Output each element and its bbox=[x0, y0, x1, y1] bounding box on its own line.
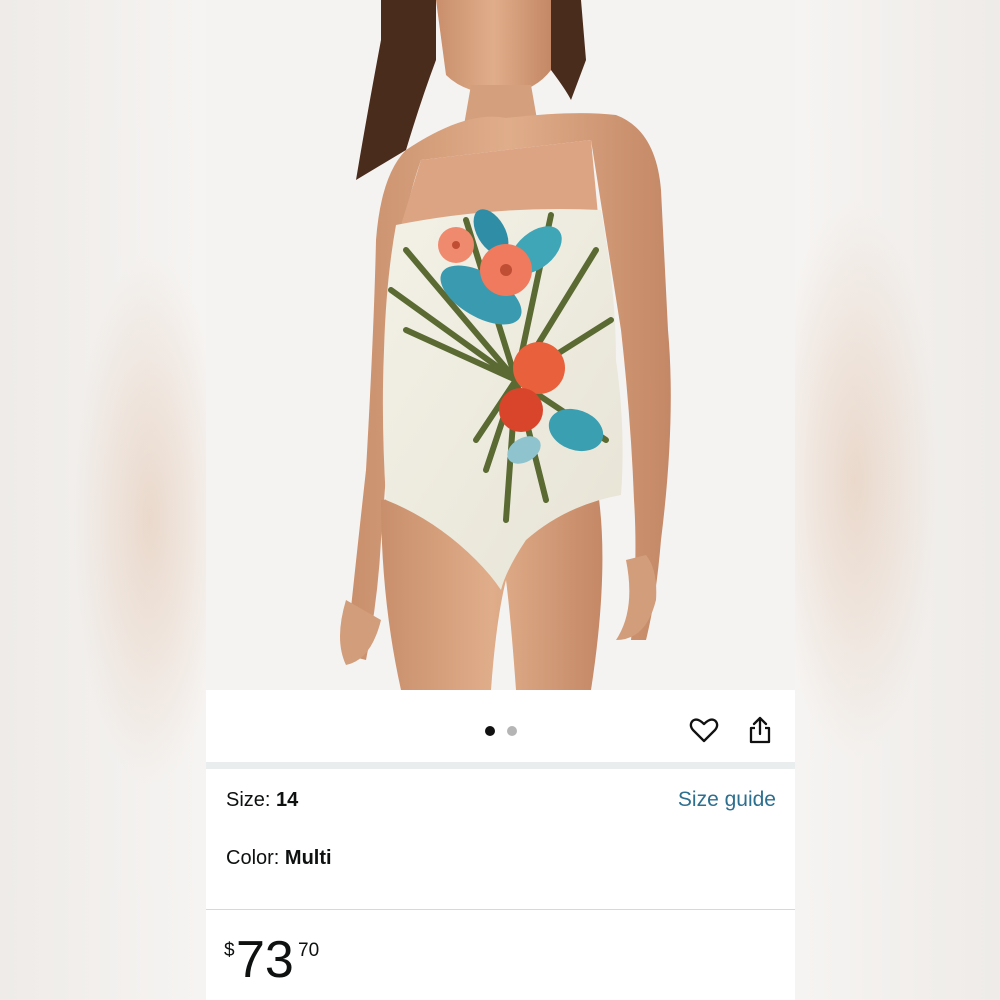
color-label: Color: bbox=[226, 847, 285, 869]
price-divider bbox=[206, 909, 795, 910]
swimsuit-photo bbox=[206, 0, 795, 690]
size-value: 14 bbox=[276, 789, 299, 811]
image-controls-bar bbox=[206, 690, 795, 762]
size-label: Size: bbox=[226, 789, 277, 811]
price-fraction: 70 bbox=[298, 940, 320, 961]
background-blur-left bbox=[0, 0, 206, 1000]
carousel-dot-active[interactable] bbox=[485, 726, 495, 736]
product-image[interactable] bbox=[206, 0, 795, 690]
share-icon[interactable] bbox=[744, 714, 776, 746]
heart-icon[interactable] bbox=[688, 714, 720, 746]
section-divider bbox=[206, 762, 795, 769]
background-blur-right bbox=[795, 0, 1000, 1000]
size-guide-link[interactable]: Size guide bbox=[678, 788, 776, 812]
color-row: Color: Multi bbox=[226, 847, 332, 870]
carousel-dot-inactive[interactable] bbox=[507, 726, 517, 736]
price-currency-symbol: $ bbox=[224, 940, 235, 961]
size-row: Size: 14 bbox=[226, 789, 298, 812]
product-detail-screen: Size: 14 Size guide Color: Multi $ 73 70 bbox=[206, 0, 795, 1000]
price-whole: 73 bbox=[236, 931, 294, 989]
color-value: Multi bbox=[284, 847, 332, 869]
